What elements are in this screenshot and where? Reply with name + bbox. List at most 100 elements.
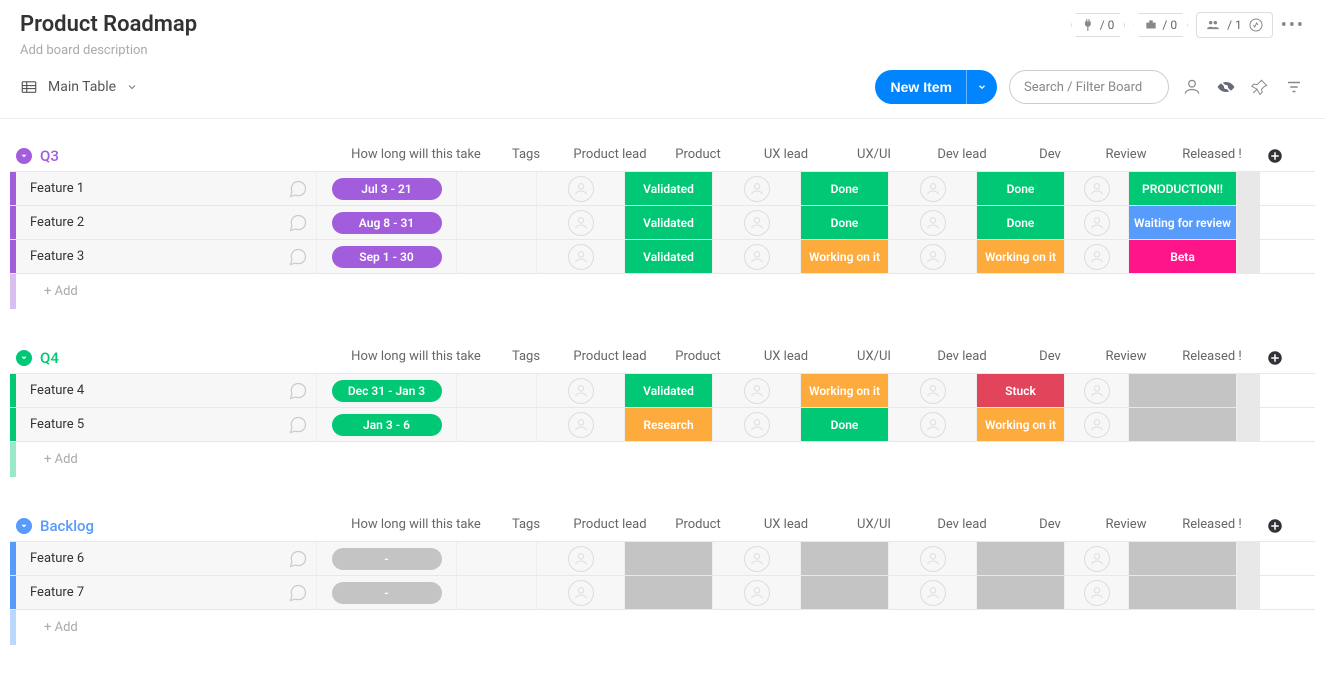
col-header-tags[interactable]: Tags [486,349,566,367]
board-description-placeholder[interactable]: Add board description [20,43,197,58]
tags-cell[interactable] [456,206,536,239]
timeline-cell[interactable]: - [316,542,456,575]
col-header-product[interactable]: Product [654,349,742,367]
timeline-cell[interactable]: Jul 3 - 21 [316,172,456,205]
col-header-tags[interactable]: Tags [486,147,566,165]
status-cell[interactable]: Done [977,172,1064,205]
product-lead-cell[interactable] [536,408,624,441]
status-cell-empty[interactable] [625,542,712,575]
new-item-button[interactable]: New Item [875,70,997,104]
view-switcher[interactable]: Main Table [20,78,138,96]
timeline-cell[interactable]: Aug 8 - 31 [316,206,456,239]
person-placeholder[interactable] [920,378,946,404]
group-toggle[interactable]: Q4 [16,349,346,367]
tags-cell[interactable] [456,542,536,575]
integration-badge-2[interactable]: / 0 [1133,13,1188,37]
chat-icon[interactable] [288,381,308,401]
person-placeholder[interactable] [1084,580,1110,606]
status-cell[interactable]: Working on it [801,374,888,407]
status-cell[interactable]: Validated [625,240,712,273]
ux-lead-cell[interactable] [712,240,800,273]
person-placeholder[interactable] [744,412,770,438]
status-cell-empty[interactable] [977,542,1064,575]
col-header-released[interactable]: Released ! [1158,517,1266,535]
person-placeholder[interactable] [1084,210,1110,236]
item-name-cell[interactable]: Feature 6 [16,542,316,575]
dev-lead-cell[interactable] [888,542,976,575]
col-header-product[interactable]: Product [654,147,742,165]
review-cell[interactable] [1064,172,1128,205]
tags-cell[interactable] [456,172,536,205]
col-header-dev[interactable]: Dev [1006,517,1094,535]
status-cell[interactable]: Done [801,172,888,205]
col-header-dev[interactable]: Dev [1006,147,1094,165]
status-cell[interactable]: Research [625,408,712,441]
chat-icon[interactable] [288,213,308,233]
review-cell[interactable] [1064,542,1128,575]
ux-lead-cell[interactable] [712,542,800,575]
status-cell-empty[interactable] [977,576,1064,609]
tags-cell[interactable] [456,240,536,273]
chat-icon[interactable] [288,549,308,569]
col-header-dev-lead[interactable]: Dev lead [918,517,1006,535]
chat-icon[interactable] [288,583,308,603]
person-placeholder[interactable] [744,378,770,404]
more-menu[interactable]: ••• [1281,15,1305,36]
col-header-dev-lead[interactable]: Dev lead [918,349,1006,367]
person-placeholder[interactable] [568,546,594,572]
col-header-review[interactable]: Review [1094,147,1158,165]
status-cell[interactable]: Done [977,206,1064,239]
item-name-cell[interactable]: Feature 1 [16,172,316,205]
item-name-cell[interactable]: Feature 5 [16,408,316,441]
col-header-tags[interactable]: Tags [486,517,566,535]
product-lead-cell[interactable] [536,542,624,575]
person-placeholder[interactable] [744,580,770,606]
chat-icon[interactable] [288,415,308,435]
product-lead-cell[interactable] [536,374,624,407]
status-cell[interactable]: Validated [625,172,712,205]
status-cell[interactable]: Done [801,408,888,441]
col-header-product-lead[interactable]: Product lead [566,517,654,535]
person-placeholder[interactable] [568,378,594,404]
add-column-button[interactable] [1266,147,1290,165]
col-header-product[interactable]: Product [654,517,742,535]
person-placeholder[interactable] [920,176,946,202]
col-header-uxui[interactable]: UX/UI [830,517,918,535]
person-placeholder[interactable] [1084,176,1110,202]
dev-lead-cell[interactable] [888,374,976,407]
timeline-cell[interactable]: Dec 31 - Jan 3 [316,374,456,407]
person-placeholder[interactable] [568,176,594,202]
search-input[interactable]: Search / Filter Board [1009,70,1169,104]
dev-lead-cell[interactable] [888,576,976,609]
item-name-cell[interactable]: Feature 3 [16,240,316,273]
person-placeholder[interactable] [744,244,770,270]
add-column-button[interactable] [1266,349,1290,367]
person-placeholder[interactable] [1084,412,1110,438]
item-name-cell[interactable]: Feature 4 [16,374,316,407]
col-header-ux-lead[interactable]: UX lead [742,147,830,165]
col-header-product-lead[interactable]: Product lead [566,147,654,165]
add-row[interactable]: + Add [10,441,1315,477]
review-cell[interactable] [1064,576,1128,609]
product-lead-cell[interactable] [536,172,624,205]
col-header-released[interactable]: Released ! [1158,147,1266,165]
review-cell[interactable] [1064,374,1128,407]
item-name-cell[interactable]: Feature 2 [16,206,316,239]
timeline-cell[interactable]: Jan 3 - 6 [316,408,456,441]
status-cell-empty[interactable] [625,576,712,609]
status-cell[interactable]: Done [801,206,888,239]
col-header-time[interactable]: How long will this take [346,147,486,165]
person-placeholder[interactable] [1084,244,1110,270]
person-placeholder[interactable] [568,244,594,270]
filter-button[interactable] [1283,78,1305,96]
person-placeholder[interactable] [568,412,594,438]
ux-lead-cell[interactable] [712,374,800,407]
status-cell[interactable]: Validated [625,206,712,239]
person-placeholder[interactable] [920,546,946,572]
ux-lead-cell[interactable] [712,408,800,441]
status-cell[interactable]: Validated [625,374,712,407]
status-cell-empty[interactable] [801,576,888,609]
timeline-cell[interactable]: - [316,576,456,609]
product-lead-cell[interactable] [536,206,624,239]
add-row[interactable]: + Add [10,609,1315,645]
